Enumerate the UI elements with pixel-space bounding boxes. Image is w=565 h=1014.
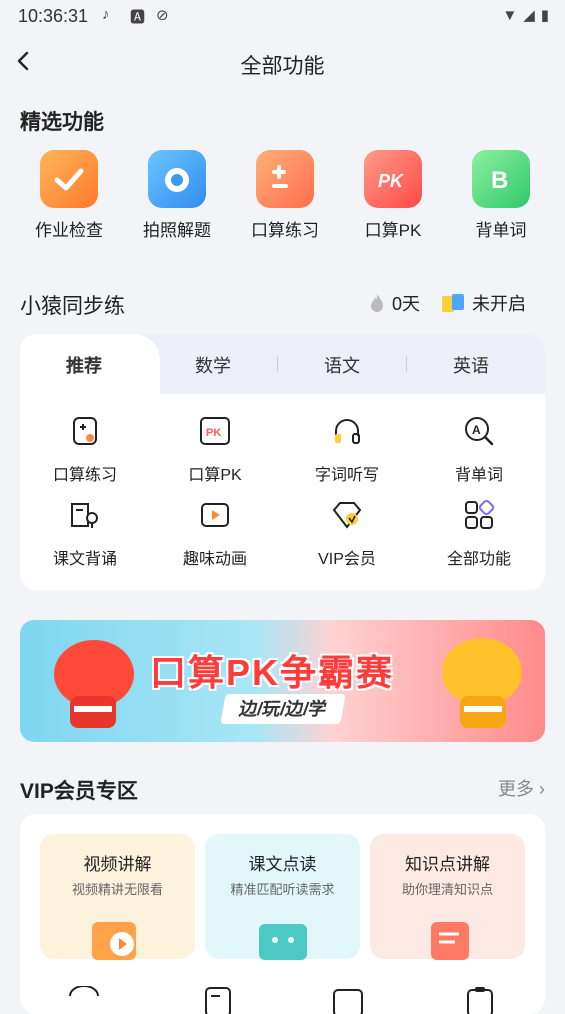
grid-item-label: 口算PK bbox=[188, 467, 242, 484]
headphones-icon bbox=[335, 419, 360, 444]
status-indicators: ▼ ◢ ▮ bbox=[502, 6, 549, 25]
tab-divider bbox=[277, 356, 278, 372]
word-b-icon: B bbox=[472, 150, 530, 208]
grid-item-recitation[interactable]: 课文背诵 bbox=[20, 498, 150, 569]
music-icon: ♪ bbox=[102, 6, 110, 23]
featured-item-label: 口算练习 bbox=[251, 221, 319, 240]
vip-tile-title: 视频讲解 bbox=[83, 855, 152, 874]
pk-competition-banner[interactable]: 口算PK争霸赛 边/玩/边/学 bbox=[20, 620, 545, 742]
streak-days: 0天 bbox=[392, 294, 421, 314]
tab-recommended[interactable]: 推荐 bbox=[24, 352, 144, 378]
svg-text:B: B bbox=[491, 167, 508, 194]
flame-icon bbox=[371, 294, 383, 312]
pk-icon: PK bbox=[364, 150, 422, 208]
vip-section-title: VIP会员专区 bbox=[20, 780, 138, 803]
search-a-icon: A bbox=[465, 417, 494, 446]
banner-title: 口算PK争霸赛 bbox=[150, 652, 395, 693]
video-icon bbox=[333, 989, 363, 1014]
featured-list: 作业检查 拍照解题 口算练习 PK 口算PK B 背单词 bbox=[14, 150, 554, 250]
svg-text:PK: PK bbox=[378, 171, 405, 191]
featured-item-mental-math[interactable]: 口算练习 bbox=[230, 150, 340, 241]
more-label: 更多 bbox=[497, 779, 534, 799]
sync-status-text: 未开启 bbox=[472, 294, 526, 314]
clipboard-icon bbox=[467, 987, 493, 1014]
vip-tile-subtitle: 精准匹配听读需求 bbox=[230, 882, 335, 897]
grid-item-label: 口算练习 bbox=[52, 467, 117, 484]
vip-tile-title: 知识点讲解 bbox=[405, 855, 490, 874]
pk-badge-icon: PK bbox=[200, 417, 230, 445]
chat-icon bbox=[69, 986, 99, 997]
grid-item-vocab[interactable]: A 背单词 bbox=[414, 414, 544, 485]
vip-tile-reading[interactable]: 课文点读 精准匹配听读需求 bbox=[205, 834, 360, 960]
grid-item-label: 课文背诵 bbox=[52, 551, 117, 568]
homework-check-icon bbox=[40, 150, 98, 208]
banner-subtitle: 边/玩/边/学 bbox=[220, 694, 346, 724]
vip-tile-title: 课文点读 bbox=[248, 855, 317, 874]
cards-icon bbox=[442, 294, 464, 312]
featured-section-title: 精选功能 bbox=[20, 111, 104, 134]
status-bar: 10:36:31 ♪ 🅰 ⊘ ▼ ◢ ▮ bbox=[0, 0, 565, 32]
grid-item-animation[interactable]: 趣味动画 bbox=[150, 498, 280, 569]
sync-status[interactable]: 未开启 bbox=[440, 290, 526, 316]
calc-icon bbox=[256, 150, 314, 208]
video-play-icon bbox=[92, 922, 136, 960]
featured-item-math-pk[interactable]: PK 口算PK bbox=[338, 150, 448, 241]
list-icon bbox=[205, 987, 231, 1014]
status-time: 10:36:31 bbox=[18, 6, 89, 26]
grid-item-mental-math[interactable]: 口算练习 bbox=[20, 414, 150, 485]
battery-icon: ▮ bbox=[540, 7, 549, 24]
signal-icon: ◢ bbox=[523, 7, 535, 24]
grid-item-dictation[interactable]: 字词听写 bbox=[282, 414, 412, 485]
grid-item-label: 全部功能 bbox=[446, 551, 511, 568]
featured-item-label: 口算PK bbox=[364, 221, 422, 240]
yellow-boxing-glove-icon bbox=[442, 638, 522, 728]
grid-item-math-pk[interactable]: PK 口算PK bbox=[150, 414, 280, 485]
grid-item-vip[interactable]: VIP会员 bbox=[282, 498, 412, 569]
sync-section-title: 小猿同步练 bbox=[20, 295, 125, 318]
featured-item-label: 拍照解题 bbox=[143, 221, 211, 240]
vip-tile-subtitle: 视频精讲无限看 bbox=[71, 882, 163, 897]
document-icon bbox=[431, 922, 469, 960]
page-title: 全部功能 bbox=[240, 55, 325, 78]
vip-diamond-icon bbox=[332, 502, 362, 529]
sync-practice-card: 推荐 数学 语文 英语 口算练习 PK 口算PK 字词听写 A 背单词 课文背诵… bbox=[20, 334, 545, 590]
grid-item-label: 趣味动画 bbox=[182, 551, 247, 568]
svg-text:PK: PK bbox=[206, 427, 221, 439]
featured-item-vocab[interactable]: B 背单词 bbox=[446, 150, 556, 241]
camera-icon bbox=[148, 150, 206, 208]
vip-tile-video[interactable]: 视频讲解 视频精讲无限看 bbox=[40, 834, 195, 960]
book-mic-icon bbox=[71, 503, 98, 528]
text-a-icon: 🅰 bbox=[130, 9, 146, 26]
calc-sheet-icon bbox=[73, 417, 97, 445]
wifi-icon: ▼ bbox=[502, 6, 518, 24]
red-boxing-glove-icon bbox=[54, 640, 134, 728]
grid-item-label: 背单词 bbox=[454, 467, 503, 484]
title-bar: 全部功能 bbox=[0, 40, 565, 84]
tab-chinese[interactable]: 语文 bbox=[282, 352, 402, 378]
streak-indicator[interactable]: 0天 bbox=[366, 290, 420, 316]
grid-item-label: 字词听写 bbox=[314, 467, 379, 484]
vip-tile-subtitle: 助你理清知识点 bbox=[401, 882, 493, 897]
tab-math[interactable]: 数学 bbox=[153, 352, 273, 378]
book-face-icon bbox=[259, 924, 307, 960]
grid-item-label: VIP会员 bbox=[318, 551, 376, 568]
apps-grid-icon bbox=[465, 499, 495, 529]
sync-off-icon: ⊘ bbox=[156, 7, 169, 24]
tab-english[interactable]: 英语 bbox=[411, 352, 531, 378]
featured-item-label: 背单词 bbox=[475, 221, 527, 240]
svg-text:A: A bbox=[472, 423, 481, 437]
vip-tile-knowledge[interactable]: 知识点讲解 助你理清知识点 bbox=[370, 834, 525, 960]
vip-card: 视频讲解 视频精讲无限看 课文点读 精准匹配听读需求 知识点讲解 助你理清知识点 bbox=[20, 814, 545, 1014]
video-play-icon bbox=[201, 503, 229, 527]
featured-item-photo-solve[interactable]: 拍照解题 bbox=[122, 150, 232, 241]
grid-item-all-features[interactable]: 全部功能 bbox=[414, 498, 544, 569]
tab-divider bbox=[406, 356, 407, 372]
featured-item-homework-check[interactable]: 作业检查 bbox=[14, 150, 124, 241]
more-link[interactable]: 更多 › bbox=[498, 775, 545, 801]
featured-item-label: 作业检查 bbox=[35, 221, 103, 240]
chevron-right-icon: › bbox=[539, 779, 545, 799]
